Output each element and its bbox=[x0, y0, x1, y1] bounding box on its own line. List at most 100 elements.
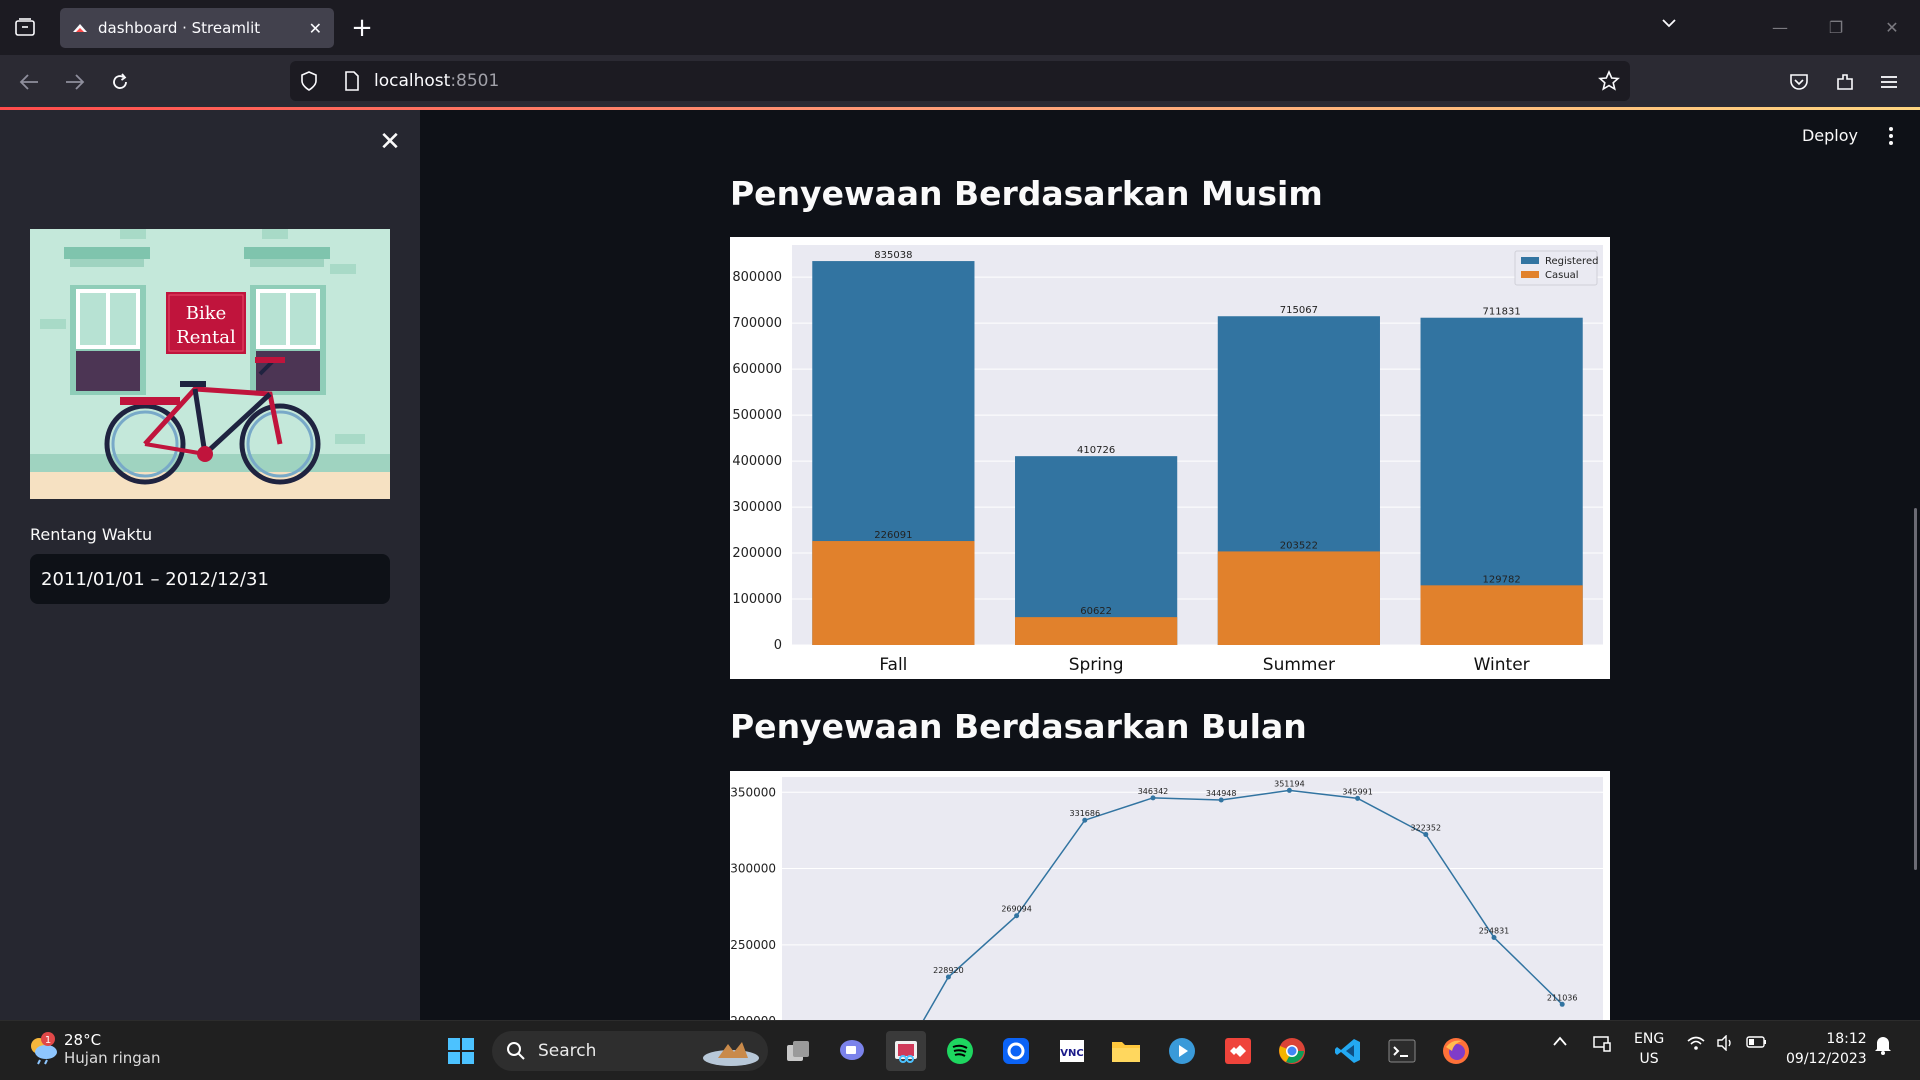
language-indicator[interactable]: ENG US bbox=[1634, 1029, 1664, 1069]
data-label-registered: 711831 bbox=[1483, 307, 1521, 318]
date-range-label: Rentang Waktu bbox=[30, 525, 153, 544]
data-label-casual: 129782 bbox=[1483, 574, 1521, 585]
taskbar-search[interactable]: Search bbox=[492, 1031, 768, 1071]
data-label-casual: 60622 bbox=[1080, 606, 1112, 617]
forward-icon[interactable] bbox=[60, 67, 90, 97]
x-tick-label: Summer bbox=[1263, 655, 1335, 675]
y-tick-label: 250000 bbox=[730, 938, 776, 952]
y-tick-label: 300000 bbox=[730, 862, 776, 876]
data-label: 211036 bbox=[1547, 993, 1578, 1002]
weather-rain-icon: 1 bbox=[31, 1032, 57, 1065]
data-point bbox=[1355, 795, 1361, 801]
teams-chat-icon[interactable] bbox=[832, 1031, 872, 1071]
main-scrollbar[interactable] bbox=[1914, 508, 1917, 870]
shield-icon[interactable] bbox=[300, 71, 318, 91]
data-label-registered: 835038 bbox=[874, 250, 912, 261]
y-tick-label: 300000 bbox=[732, 500, 782, 515]
main-content: Deploy Penyewaan Berdasarkan Musim 0 1000… bbox=[420, 110, 1920, 1020]
data-point bbox=[1286, 787, 1292, 793]
spotify-icon[interactable] bbox=[940, 1031, 980, 1071]
restore-icon[interactable]: ❐ bbox=[1808, 18, 1864, 37]
show-hidden-icons[interactable] bbox=[1552, 1035, 1568, 1051]
y-tick-label: 100000 bbox=[732, 592, 782, 607]
data-label: 322352 bbox=[1411, 823, 1442, 832]
data-point bbox=[1423, 831, 1429, 837]
data-label: 344948 bbox=[1206, 789, 1237, 798]
browser-tab-active[interactable]: dashboard · Streamlit ✕ bbox=[60, 8, 334, 48]
task-view-icon[interactable] bbox=[778, 1031, 818, 1071]
x-tick-label: Winter bbox=[1474, 655, 1530, 675]
url-port: :8501 bbox=[450, 71, 500, 91]
browser-tab-bar: dashboard · Streamlit ✕ + — ❐ ✕ bbox=[0, 0, 1920, 55]
wifi-icon[interactable] bbox=[1686, 1035, 1706, 1055]
terminal-icon[interactable] bbox=[1382, 1031, 1422, 1071]
y-tick-label: 800000 bbox=[732, 270, 782, 285]
streamlit-favicon-icon bbox=[73, 24, 87, 32]
new-tab-icon[interactable]: + bbox=[346, 12, 378, 44]
weather-widget[interactable]: 1 28°C Hujan ringan bbox=[26, 1031, 160, 1067]
start-windows-icon[interactable] bbox=[441, 1031, 481, 1071]
volume-icon[interactable] bbox=[1716, 1034, 1736, 1055]
address-bar[interactable]: localhost:8501 bbox=[290, 61, 1630, 101]
plot-area bbox=[782, 777, 1603, 1020]
file-explorer-icon[interactable] bbox=[1106, 1031, 1146, 1071]
firefox-icon[interactable] bbox=[1436, 1031, 1476, 1071]
bookmark-star-icon[interactable] bbox=[1598, 70, 1620, 92]
bar-casual bbox=[1420, 585, 1583, 645]
sidebar-close-icon[interactable]: ✕ bbox=[376, 127, 404, 157]
data-point bbox=[1082, 817, 1088, 823]
pocket-icon[interactable] bbox=[1784, 67, 1814, 97]
tabs-dropdown-icon[interactable] bbox=[1660, 14, 1678, 36]
sign-text-bike: Bike bbox=[186, 303, 227, 324]
vscode-icon[interactable] bbox=[1328, 1031, 1368, 1071]
legend-swatch bbox=[1521, 271, 1539, 278]
extensions-icon[interactable] bbox=[1830, 67, 1860, 97]
svg-text:VNC: VNC bbox=[1060, 1048, 1083, 1059]
device-icon[interactable] bbox=[1592, 1035, 1612, 1057]
data-label: 269094 bbox=[1001, 905, 1032, 914]
deploy-button[interactable]: Deploy bbox=[1802, 126, 1858, 145]
weather-badge: 1 bbox=[45, 1035, 51, 1046]
season-chart-container: 0 100000 200000 300000 400000 500000 600000 700… bbox=[730, 237, 1610, 679]
url-text: localhost:8501 bbox=[374, 71, 499, 91]
back-icon[interactable] bbox=[14, 67, 44, 97]
weather-temp: 28°C bbox=[64, 1031, 102, 1049]
weather-desc: Hujan ringan bbox=[64, 1049, 161, 1067]
language-line1: ENG bbox=[1634, 1031, 1665, 1047]
battery-icon[interactable] bbox=[1746, 1035, 1768, 1053]
snipping-tool-icon[interactable] bbox=[886, 1031, 926, 1071]
page-info-icon[interactable] bbox=[344, 71, 360, 91]
chrome-icon[interactable] bbox=[1272, 1031, 1312, 1071]
url-host: localhost bbox=[374, 71, 451, 91]
search-highlight-icon bbox=[703, 1042, 759, 1066]
notification-bell-icon[interactable] bbox=[1874, 1035, 1892, 1059]
date-range-input[interactable]: 2011/01/01 – 2012/12/31 bbox=[30, 554, 390, 604]
remote-app-icon[interactable] bbox=[996, 1031, 1036, 1071]
section-title-season: Penyewaan Berdasarkan Musim bbox=[730, 174, 1323, 213]
minimize-icon[interactable]: — bbox=[1752, 18, 1808, 37]
media-player-icon[interactable] bbox=[1162, 1031, 1202, 1071]
clock[interactable]: 18:12 09/12/2023 bbox=[1786, 1029, 1867, 1069]
sign-text-rental: Rental bbox=[176, 327, 236, 348]
clock-date: 09/12/2023 bbox=[1786, 1051, 1867, 1067]
search-label: Search bbox=[538, 1041, 597, 1061]
data-label: 346342 bbox=[1138, 787, 1169, 796]
tab-title: dashboard · Streamlit bbox=[98, 19, 261, 37]
vnc-viewer-icon[interactable]: VNC bbox=[1052, 1031, 1092, 1071]
reload-icon[interactable] bbox=[105, 67, 135, 97]
bar-casual bbox=[1015, 617, 1178, 645]
chart-legend: Registered Casual bbox=[1514, 250, 1598, 286]
data-label-casual: 226091 bbox=[874, 530, 912, 541]
tab-list-icon[interactable] bbox=[4, 9, 46, 45]
main-menu-icon[interactable] bbox=[1884, 124, 1898, 148]
tab-close-icon[interactable]: ✕ bbox=[309, 19, 322, 38]
anydesk-icon[interactable] bbox=[1218, 1031, 1258, 1071]
bar-casual bbox=[812, 541, 975, 645]
search-icon bbox=[507, 1042, 525, 1060]
data-point bbox=[1559, 1001, 1565, 1007]
data-label: 228920 bbox=[933, 966, 964, 975]
window-close-icon[interactable]: ✕ bbox=[1864, 18, 1920, 37]
section-title-month: Penyewaan Berdasarkan Bulan bbox=[730, 707, 1307, 746]
menu-icon[interactable] bbox=[1874, 67, 1904, 97]
browser-nav-bar: localhost:8501 bbox=[0, 55, 1920, 107]
